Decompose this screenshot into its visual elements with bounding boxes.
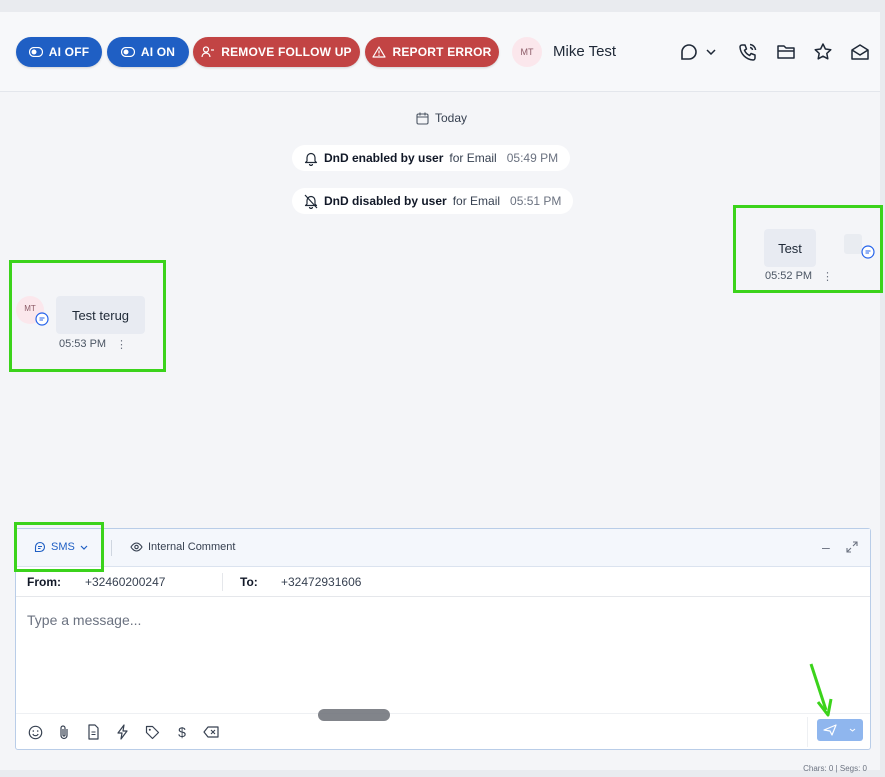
contact-avatar[interactable]: MT [512,37,542,67]
send-button[interactable] [817,719,863,741]
bell-icon [304,151,318,166]
ai-off-button[interactable]: AI OFF [16,37,102,67]
attachment-icon[interactable] [55,723,73,741]
tab-internal-comment[interactable]: Internal Comment [130,541,235,553]
date-chip: Today [404,105,479,131]
chat-bubble-icon[interactable] [678,41,700,63]
internal-comment-label: Internal Comment [148,541,236,553]
highlight-box-outbound [733,205,883,293]
calendar-icon [416,112,429,125]
composer-fields: From: +32460200247 To: +32472931606 [16,567,870,597]
document-icon[interactable] [84,723,102,741]
highlight-box-channel [14,522,104,572]
mail-icon[interactable] [849,41,871,63]
chevron-down-icon [849,728,856,732]
folder-icon[interactable] [775,41,797,63]
event-detail: for Email [452,194,501,208]
warning-icon [372,45,387,59]
dollar-icon[interactable]: $ [173,723,191,741]
ai-on-button[interactable]: AI ON [107,37,189,67]
composer-toolbar: $ [16,713,870,749]
bell-off-icon [304,194,318,209]
ai-off-label: AI OFF [48,45,90,59]
tag-icon[interactable] [143,723,161,741]
event-time: 05:51 PM [510,194,562,208]
tab-divider [111,540,112,556]
send-icon [823,724,837,736]
event-time: 05:49 PM [506,151,559,165]
arrow-annotation-icon [808,662,834,720]
eye-icon [130,542,143,552]
lightning-icon[interactable] [113,723,131,741]
contact-name[interactable]: Mike Test [553,43,616,60]
conversation-window: AI OFF AI ON REMOVE FOLLOW UP REPORT ERR… [0,12,883,773]
character-count: Chars: 0 | Segs: 0 [803,764,867,773]
remove-follow-up-button[interactable]: REMOVE FOLLOW UP [193,37,360,67]
toggle-on-icon [120,45,135,59]
minimize-icon[interactable]: – [822,539,830,555]
conversation-header: AI OFF AI ON REMOVE FOLLOW UP REPORT ERR… [0,12,880,92]
from-label: From: [27,575,61,589]
ai-on-label: AI ON [140,45,176,59]
message-input[interactable] [16,598,870,712]
user-remove-icon [201,45,215,59]
expand-icon[interactable] [846,541,858,553]
field-divider [222,573,223,591]
chevron-down-icon[interactable] [704,41,718,63]
event-title: DnD disabled by user [324,194,447,208]
event-dnd-disabled: DnD disabled by user for Email 05:51 PM [292,188,574,214]
report-error-button[interactable]: REPORT ERROR [365,37,499,67]
date-chip-label: Today [435,111,468,125]
remove-follow-up-label: REMOVE FOLLOW UP [221,45,352,59]
toggle-off-icon [28,45,43,59]
to-label: To: [240,575,258,589]
to-number[interactable]: +32472931606 [281,575,361,589]
report-error-label: REPORT ERROR [392,45,492,59]
event-detail: for Email [449,151,497,165]
toolbar-divider [807,717,808,747]
highlight-box-inbound [9,260,166,372]
resize-handle[interactable] [318,709,390,721]
event-title: DnD enabled by user [324,151,444,165]
star-icon[interactable] [812,41,834,63]
phone-icon[interactable] [737,41,759,63]
emoji-icon[interactable] [26,723,44,741]
from-number[interactable]: +32460200247 [85,575,165,589]
event-dnd-enabled: DnD enabled by user for Email 05:49 PM [292,145,571,171]
message-composer: SMS Internal Comment – From: +3246020024… [15,528,871,750]
composer-tabs: SMS Internal Comment – [16,529,870,567]
clear-icon[interactable] [202,723,220,741]
